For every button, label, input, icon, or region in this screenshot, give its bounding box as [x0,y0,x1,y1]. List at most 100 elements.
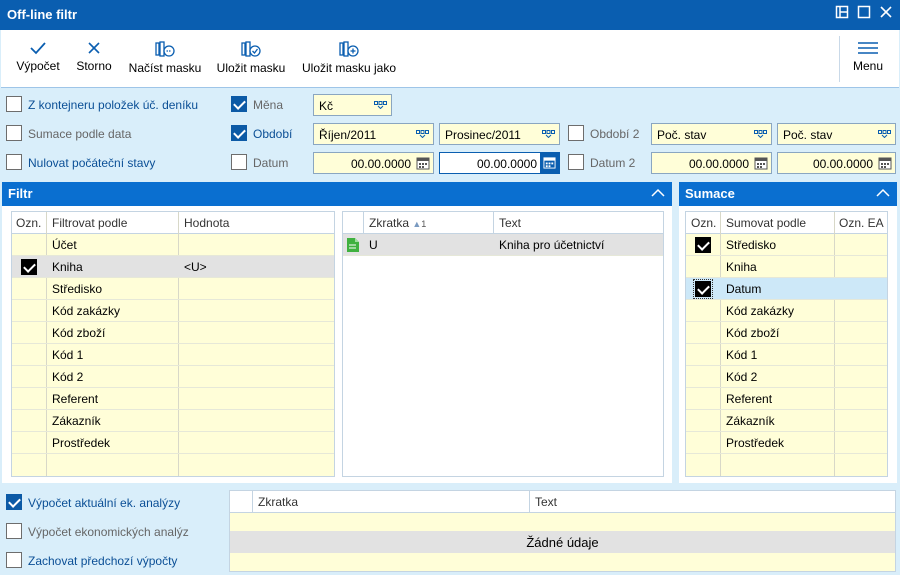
date-to-field[interactable]: 00.00.0000 [439,152,560,174]
col-value[interactable]: Hodnota [184,216,229,230]
currency-label: Měna [253,98,284,112]
dropdown-icon [542,130,555,138]
period2-from-select[interactable]: Poč. stav [651,123,772,145]
toolbar-separator [839,36,840,82]
date-label: Datum [253,156,289,170]
sumace-grid: Ozn. Sumovat podle Ozn. EA Středisko Kni… [685,211,888,477]
period-label: Období [253,127,293,141]
empty-message: Žádné údaje [230,531,895,553]
save-mask-button[interactable]: Uložit masku [213,30,289,88]
date2-label: Datum 2 [590,156,636,170]
col-text[interactable]: Text [535,495,557,509]
col-filter-by[interactable]: Filtrovat podle [52,216,127,230]
menu-button[interactable]: Menu [845,30,891,88]
table-row[interactable]: Středisko [686,234,887,256]
col-mark[interactable]: Ozn. [691,216,716,230]
table-row[interactable]: Kód zakázky [686,300,887,322]
reset-initial-label: Nulovat počáteční stavy [28,156,156,170]
period2-checkbox[interactable] [568,125,584,141]
mask-load-icon [155,41,175,57]
table-row[interactable]: Kód 2 [686,366,887,388]
col-sum-by[interactable]: Sumovat podle [726,216,806,230]
table-row[interactable]: Kód 2 [12,366,334,388]
table-row[interactable]: Kód zboží [12,322,334,344]
date-checkbox[interactable] [231,154,247,170]
keep-previous-label: Zachovat předchozí výpočty [28,554,178,568]
restore-icon[interactable] [835,5,853,23]
dropdown-icon [416,130,429,138]
table-row[interactable]: Kniha [686,256,887,278]
col-abbr[interactable]: Zkratka [258,495,298,509]
table-row[interactable]: Kód zboží [686,322,887,344]
reset-initial-checkbox[interactable] [6,154,22,170]
table-row[interactable]: Referent [686,388,887,410]
table-row[interactable]: Kód 1 [12,344,334,366]
calc-economic-label: Výpočet ekonomických analýz [28,525,189,539]
table-row[interactable]: Kód zakázky [12,300,334,322]
filter-panel-header: Filtr [2,182,672,206]
maximize-icon[interactable] [857,5,875,23]
calc-button[interactable]: Výpočet [9,30,67,88]
currency-select[interactable]: Kč [313,94,392,116]
x-icon [88,42,100,54]
sum-by-date-label: Sumace podle data [28,127,132,141]
results-grid: Zkratka Text Žádné údaje [229,490,896,572]
date2-checkbox[interactable] [568,154,584,170]
calendar-icon [416,157,430,170]
filter-grid-header: Ozn. Filtrovat podle Hodnota [12,212,334,234]
table-row[interactable]: Středisko [12,278,334,300]
collapse-icon[interactable] [650,186,666,200]
sum-by-date-checkbox[interactable] [6,125,22,141]
sumace-panel-header: Sumace [679,182,897,206]
currency-checkbox[interactable] [231,96,247,112]
table-row[interactable]: Zákazník [12,410,334,432]
period2-to-select[interactable]: Poč. stav [777,123,896,145]
period-to-select[interactable]: Prosinec/2011 [439,123,560,145]
col-divider [252,491,253,513]
table-row[interactable]: Datum [686,278,887,300]
col-mark[interactable]: Ozn. [16,216,41,230]
table-row[interactable]: Kniha <U> [12,256,334,278]
table-row[interactable]: Prostředek [12,432,334,454]
cancel-button[interactable]: Storno [71,30,117,88]
calc-economic-checkbox[interactable] [6,523,22,539]
calc-current-label: Výpočet aktuální ek. analýzy [28,496,181,510]
table-row[interactable]: Prostředek [686,432,887,454]
col-divider [529,491,530,513]
results-grid-header: Zkratka Text [230,491,895,513]
document-icon [347,238,359,252]
check-icon [30,42,46,55]
period-from-select[interactable]: Říjen/2011 [313,123,434,145]
period-checkbox[interactable] [231,125,247,141]
from-container-checkbox[interactable] [6,96,22,112]
col-text[interactable]: Text [499,216,521,230]
dropdown-icon [878,130,891,138]
calendar-button[interactable] [540,153,559,173]
calc-current-checkbox[interactable] [6,494,22,510]
window-title: Off-line filtr [7,7,78,22]
detail-grid-header: Zkratka ▲1 Text [343,212,663,234]
table-row[interactable]: Zákazník [686,410,887,432]
table-row[interactable]: Účet [12,234,334,256]
load-mask-button[interactable]: Načíst masku [125,30,205,88]
from-container-label: Z kontejneru položek úč. deníku [28,98,199,112]
date2-from-field[interactable]: 00.00.0000 [651,152,772,174]
row-checkbox[interactable] [695,237,711,253]
table-row[interactable]: U Kniha pro účetnictví [343,234,663,256]
close-icon[interactable] [879,5,897,23]
save-mask-as-button[interactable]: Uložit masku jako [297,30,401,88]
calendar-icon [878,157,892,170]
collapse-icon[interactable] [875,186,891,200]
col-ea[interactable]: Ozn. EA [839,216,884,230]
date-from-field[interactable]: 00.00.0000 [313,152,434,174]
hamburger-icon [858,42,878,54]
row-checkbox[interactable] [21,259,37,275]
mask-add-icon [339,41,359,57]
date2-to-field[interactable]: 00.00.0000 [777,152,896,174]
table-row[interactable]: Kód 1 [686,344,887,366]
dropdown-icon [754,130,767,138]
row-checkbox[interactable] [693,279,713,299]
keep-previous-checkbox[interactable] [6,552,22,568]
col-abbr[interactable]: Zkratka ▲1 [369,216,426,230]
table-row[interactable]: Referent [12,388,334,410]
